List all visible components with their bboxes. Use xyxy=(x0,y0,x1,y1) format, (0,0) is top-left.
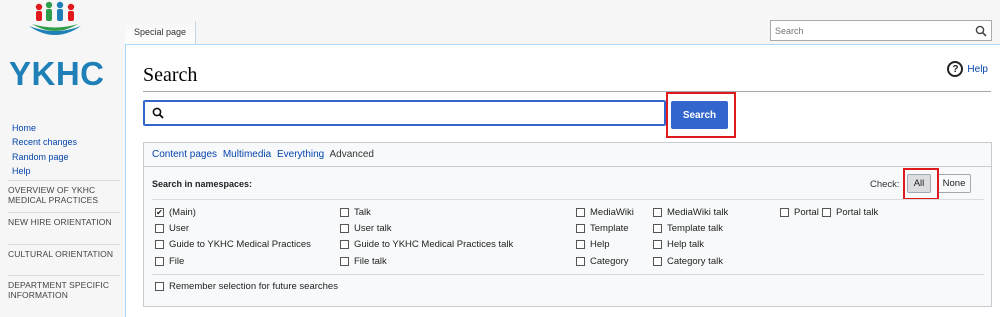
sidebar: YKHC Home Recent changes Random page Hel… xyxy=(0,0,125,317)
sidebar-item-random-page[interactable]: Random page xyxy=(0,150,125,164)
check-all-button[interactable]: All xyxy=(907,174,931,193)
namespace-checkbox-category-talk[interactable]: Category talk xyxy=(653,256,723,267)
profile-tab-everything[interactable]: Everything xyxy=(277,149,324,160)
portal-cultural[interactable]: CULTURAL ORIENTATION xyxy=(8,249,120,259)
namespace-checkbox-help-talk[interactable]: Help talk xyxy=(653,239,704,250)
check-none-button[interactable]: None xyxy=(937,174,971,193)
namespace-checkbox-user[interactable]: User xyxy=(155,223,189,234)
checkbox[interactable] xyxy=(653,208,662,217)
portal-department[interactable]: DEPARTMENT SPECIFIC INFORMATION xyxy=(8,280,120,301)
profile-tab-content-pages[interactable]: Content pages xyxy=(152,149,217,160)
checkbox[interactable]: ✔ xyxy=(155,208,164,217)
checkbox[interactable] xyxy=(340,224,349,233)
sidebar-divider xyxy=(8,275,120,276)
checkbox[interactable] xyxy=(653,240,662,249)
namespace-checkbox-guide[interactable]: Guide to YKHC Medical Practices xyxy=(155,239,311,250)
checkbox[interactable] xyxy=(155,257,164,266)
namespace-checkbox-guide-talk[interactable]: Guide to YKHC Medical Practices talk xyxy=(340,239,513,250)
help-icon: ? xyxy=(947,61,964,77)
profile-tabs: Content pages Multimedia Everything Adva… xyxy=(144,143,991,167)
remember-selection-checkbox[interactable]: Remember selection for future searches xyxy=(155,281,338,292)
checkbox[interactable] xyxy=(155,240,164,249)
sidebar-item-home[interactable]: Home xyxy=(0,121,125,135)
namespace-checkbox-template[interactable]: Template xyxy=(576,223,629,234)
content-area: Search ? Help Search Content pages Multi… xyxy=(125,44,1000,317)
check-label: Check: xyxy=(870,179,900,190)
help-label: Help xyxy=(967,63,988,75)
checkbox[interactable] xyxy=(653,224,662,233)
portal-overview[interactable]: OVERVIEW OF YKHC MEDICAL PRACTICES xyxy=(8,185,120,206)
namespace-checkbox-category[interactable]: Category xyxy=(576,256,629,267)
logo-text[interactable]: YKHC xyxy=(9,55,105,93)
ykhc-logo-icon[interactable] xyxy=(26,0,84,40)
checkbox[interactable] xyxy=(576,208,585,217)
checkbox[interactable] xyxy=(576,224,585,233)
help-link[interactable]: ? Help xyxy=(947,61,988,77)
namespace-checkbox-talk[interactable]: Talk xyxy=(340,207,371,218)
namespace-checkbox-portal-talk[interactable]: Portal talk xyxy=(822,207,878,218)
checkbox[interactable] xyxy=(340,257,349,266)
search-field xyxy=(143,100,666,126)
namespace-checkbox-help[interactable]: Help xyxy=(576,239,610,250)
namespace-checkbox-file-talk[interactable]: File talk xyxy=(340,256,387,267)
namespace-checkbox-main[interactable]: ✔ (Main) xyxy=(155,207,196,218)
portal-new-hire[interactable]: NEW HIRE ORIENTATION xyxy=(8,217,120,227)
namespace-checkbox-mediawiki[interactable]: MediaWiki xyxy=(576,207,634,218)
search-options-panel: Content pages Multimedia Everything Adva… xyxy=(143,142,992,307)
search-input[interactable] xyxy=(171,104,651,122)
sidebar-item-help[interactable]: Help xyxy=(0,164,125,178)
search-button[interactable]: Search xyxy=(671,101,728,129)
profile-tab-advanced[interactable]: Advanced xyxy=(329,149,373,160)
tab-special-page[interactable]: Special page xyxy=(125,21,197,44)
header-search-input[interactable] xyxy=(771,21,966,41)
remember-divider xyxy=(152,274,984,275)
sidebar-item-recent-changes[interactable]: Recent changes xyxy=(0,135,125,149)
checkbox[interactable] xyxy=(340,240,349,249)
sidebar-divider xyxy=(8,244,120,245)
namespaces-label: Search in namespaces: xyxy=(152,179,253,189)
checkbox[interactable] xyxy=(576,257,585,266)
header-search xyxy=(770,20,992,41)
checkbox[interactable] xyxy=(780,208,789,217)
title-divider xyxy=(143,91,991,92)
sidebar-nav: Home Recent changes Random page Help xyxy=(0,121,125,179)
checkbox[interactable] xyxy=(340,208,349,217)
namespace-checkbox-file[interactable]: File xyxy=(155,256,184,267)
namespace-checkbox-template-talk[interactable]: Template talk xyxy=(653,223,723,234)
search-icon xyxy=(152,107,164,119)
magnifier-icon[interactable] xyxy=(975,25,987,37)
checkbox[interactable] xyxy=(822,208,831,217)
checkbox[interactable] xyxy=(653,257,662,266)
checkbox[interactable] xyxy=(155,282,164,291)
namespace-checkbox-portal[interactable]: Portal xyxy=(780,207,819,218)
sidebar-divider xyxy=(8,180,120,181)
page-title: Search xyxy=(143,64,198,86)
profile-tab-multimedia[interactable]: Multimedia xyxy=(223,149,271,160)
sidebar-divider xyxy=(8,212,120,213)
checkbox[interactable] xyxy=(576,240,585,249)
namespaces-divider xyxy=(152,199,984,200)
namespace-checkbox-mediawiki-talk[interactable]: MediaWiki talk xyxy=(653,207,728,218)
checkbox[interactable] xyxy=(155,224,164,233)
namespace-checkbox-user-talk[interactable]: User talk xyxy=(340,223,391,234)
